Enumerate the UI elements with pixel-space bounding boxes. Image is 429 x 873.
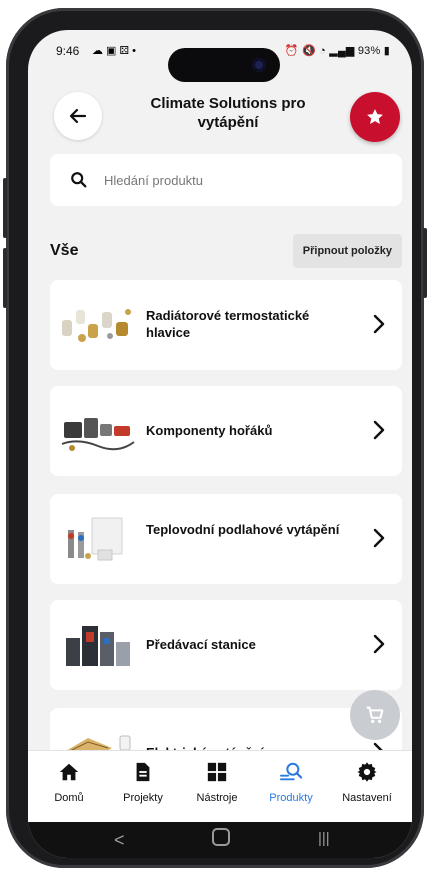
cart-icon xyxy=(366,706,384,724)
arrow-left-icon xyxy=(69,108,87,124)
nav-label: Domů xyxy=(54,792,84,804)
category-label: Komponenty hořáků xyxy=(146,423,273,438)
category-card[interactable]: Komponenty hořáků xyxy=(50,386,402,476)
category-card[interactable]: Předávací stanice xyxy=(50,600,402,690)
status-time: 9:46 xyxy=(56,44,80,58)
nav-label: Produkty xyxy=(269,792,313,804)
volume-button xyxy=(3,248,7,308)
chevron-right-icon xyxy=(373,634,385,654)
camera-notch xyxy=(168,48,280,82)
camera-icon xyxy=(252,58,266,72)
back-button[interactable] xyxy=(54,92,102,140)
category-card[interactable]: Teplovodní podlahové vytápění xyxy=(50,494,402,584)
transfer-stations-image xyxy=(66,626,130,666)
notification-icons: ☁ ▣ ⚄ • xyxy=(92,45,136,57)
gear-icon xyxy=(357,762,377,782)
status-indicators: ⏰ 🔇 ◔ ▂▄▆ 93% ▮ xyxy=(284,45,390,57)
radiator-valves-image xyxy=(62,309,131,342)
power-button xyxy=(423,228,427,298)
home-nav-icon[interactable] xyxy=(212,828,230,846)
app-screen: 9:46 ☁ ▣ ⚄ • ⏰ 🔇 ◔ ▂▄▆ 93% ▮ Climate Sol… xyxy=(28,30,412,858)
nav-label: Projekty xyxy=(123,792,163,804)
battery-level: 93% xyxy=(357,45,381,57)
nav-item-projects[interactable]: Projekty xyxy=(106,761,180,804)
search-bar[interactable] xyxy=(50,154,402,206)
bottom-navigation: Domů Projekty Nástroje Produkty Nastaven… xyxy=(28,750,412,823)
category-card[interactable]: Radiátorové termostatické hlavice xyxy=(50,280,402,370)
document-icon xyxy=(136,762,150,782)
search-icon xyxy=(70,171,88,189)
search-products-icon xyxy=(279,762,303,781)
page-title: Climate Solutions pro vytápění xyxy=(150,95,306,131)
phone-frame: 9:46 ☁ ▣ ⚄ • ⏰ 🔇 ◔ ▂▄▆ 93% ▮ Climate Sol… xyxy=(3,8,427,868)
section-title: Vše xyxy=(50,242,79,259)
underfloor-heating-image xyxy=(68,517,123,561)
category-label: Teplovodní podlahové vytápění xyxy=(146,522,340,537)
burner-components-image xyxy=(61,418,135,451)
chevron-right-icon xyxy=(373,528,385,548)
recents-nav-icon[interactable]: ||| xyxy=(318,830,330,847)
nav-item-settings[interactable]: Nastavení xyxy=(330,761,404,804)
volume-button xyxy=(3,178,7,238)
nav-item-home[interactable]: Domů xyxy=(32,761,106,804)
system-navigation-bar: < ||| xyxy=(28,822,412,858)
nav-label: Nastavení xyxy=(342,792,392,804)
nav-label: Nástroje xyxy=(196,792,238,804)
section-header: Vše Připnout položky xyxy=(50,234,402,268)
search-input[interactable] xyxy=(102,171,366,189)
pin-items-button[interactable]: Připnout položky xyxy=(292,234,402,268)
chevron-right-icon xyxy=(373,314,385,334)
favorite-button[interactable] xyxy=(350,92,400,142)
back-nav-icon[interactable]: < xyxy=(114,830,125,851)
category-label: Předávací stanice xyxy=(146,637,256,652)
cart-button[interactable] xyxy=(350,690,400,740)
star-icon xyxy=(367,109,383,124)
grid-icon xyxy=(207,762,227,782)
nav-item-tools[interactable]: Nástroje xyxy=(180,761,254,804)
nav-item-products[interactable]: Produkty xyxy=(254,761,328,804)
home-icon xyxy=(59,763,79,781)
category-label: Radiátorové termostatické hlavice xyxy=(146,308,310,340)
chevron-right-icon xyxy=(373,420,385,440)
